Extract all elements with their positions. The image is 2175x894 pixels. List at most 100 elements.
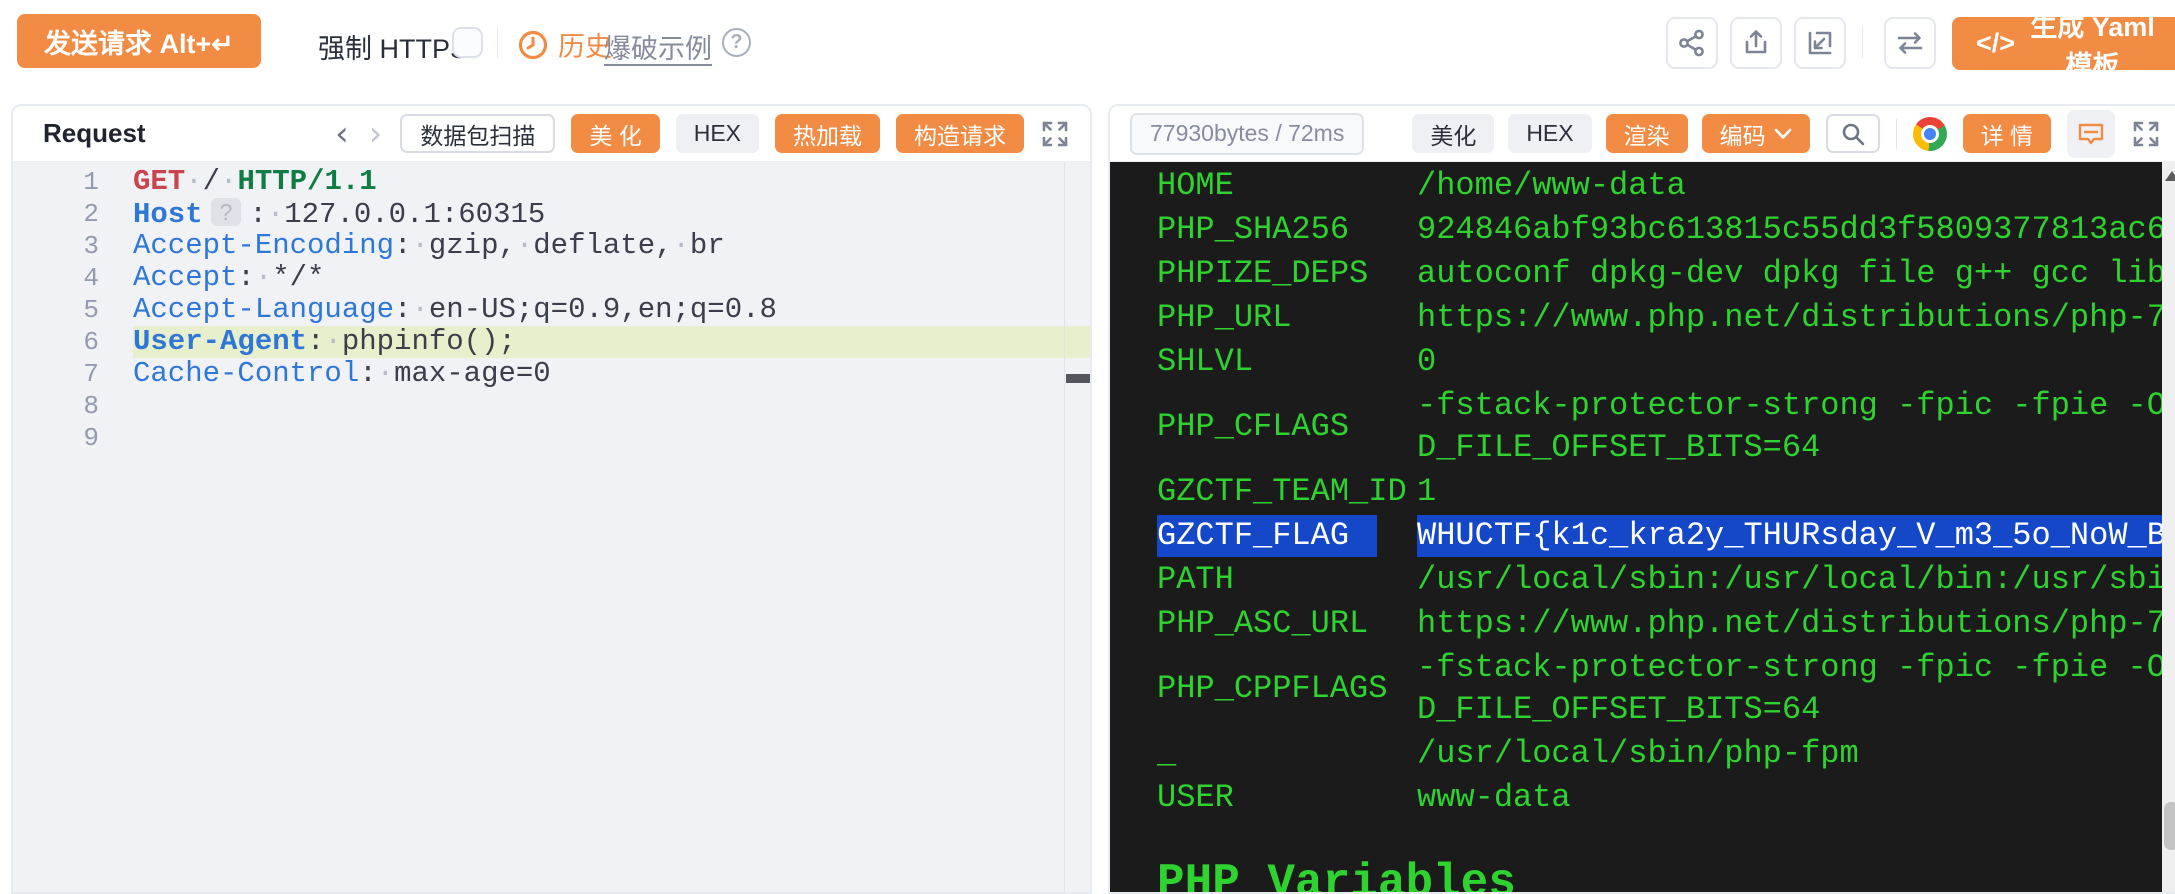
help-icon[interactable]: ? (722, 28, 751, 57)
line-number: 7 (13, 358, 133, 390)
code-token: deflate, (533, 229, 672, 262)
line-number: 5 (13, 294, 133, 326)
env-row: SHLVL0 (1157, 340, 2162, 384)
scroll-up-arrow-icon[interactable] (2165, 171, 2175, 181)
request-editor[interactable]: 1GET·/·HTTP/1.12Host?:·127.0.0.1:603153A… (13, 162, 1090, 892)
beautify-button[interactable]: 美化 (1412, 114, 1494, 153)
render-button[interactable]: 渲染 (1606, 114, 1688, 153)
code-icon: </> (1976, 28, 2015, 59)
code-token: · (377, 357, 394, 390)
comment-button[interactable] (2067, 110, 2115, 158)
editor-line: 5Accept-Language:·en-US;q=0.9,en;q=0.8 (13, 294, 1090, 326)
chrome-button[interactable] (1913, 117, 1947, 151)
env-key: PHP_URL (1157, 297, 1417, 339)
code-token: User-Agent (133, 325, 307, 358)
packet-scan-button[interactable]: 数据包扫描 (400, 114, 555, 153)
editor-scrollbar[interactable] (1064, 162, 1065, 892)
code-token: Accept (133, 261, 237, 294)
line-number: 8 (13, 390, 133, 422)
env-key: USER (1157, 777, 1417, 819)
code-token: */* (272, 261, 324, 294)
env-value: https://www.php.net/distributions/php-7 (1417, 297, 2162, 339)
env-value: /usr/local/sbin:/usr/local/bin:/usr/sbi (1417, 559, 2162, 601)
generate-yaml-button[interactable]: </> 生成 Yaml 模板 (1952, 17, 2175, 70)
search-button[interactable] (1826, 114, 1880, 153)
import-button[interactable] (1794, 17, 1846, 69)
line-number: 9 (13, 422, 133, 454)
code-token: HTTP/1.1 (237, 165, 376, 198)
hex-button-label: HEX (1526, 120, 1573, 147)
divider (497, 27, 498, 59)
prev-request-button[interactable]: ‹ (333, 117, 351, 151)
import-icon (1805, 28, 1835, 58)
share-icon (1677, 28, 1707, 58)
env-key: SHLVL (1157, 341, 1417, 383)
scrollbar-thumb[interactable] (2164, 802, 2175, 850)
editor-line-content (133, 390, 1090, 422)
code-token: Host (133, 198, 203, 231)
header-hint-badge: ? (211, 198, 242, 226)
code-token: · (673, 229, 690, 262)
editor-line: 8 (13, 390, 1090, 422)
code-token: Accept-Language (133, 293, 394, 326)
construct-request-button[interactable]: 构造请求 (896, 114, 1024, 153)
chrome-icon (1913, 117, 1947, 151)
export-button[interactable] (1730, 17, 1782, 69)
response-render-view[interactable]: HOME/home/www-dataPHP_SHA256924846abf93b… (1110, 162, 2175, 892)
hot-reload-button[interactable]: 热加载 (775, 114, 880, 153)
code-token: : (237, 261, 254, 294)
env-value: https://www.php.net/distributions/php-7 (1417, 603, 2162, 645)
request-panel-header: Request ‹ › 数据包扫描 美 化 HEX 热加载 构造请求 (13, 106, 1090, 162)
editor-line: 9 (13, 422, 1090, 454)
code-token: / (203, 165, 220, 198)
fullscreen-icon[interactable] (2131, 119, 2161, 149)
response-panel-header: 77930bytes / 72ms 美化 HEX 渲染编码 详 情 (1110, 106, 2175, 162)
encode-dropdown[interactable]: 编码 (1702, 114, 1810, 153)
beautify-button[interactable]: 美 化 (571, 114, 659, 153)
code-token: phpinfo(); (342, 325, 516, 358)
env-key: GZCTF_TEAM_ID (1157, 471, 1417, 513)
editor-ruler-mark (1066, 374, 1090, 383)
send-request-button[interactable]: 发送请求 Alt+↵ (17, 14, 261, 68)
response-scrollbar[interactable] (2162, 162, 2175, 892)
env-row: PHPIZE_DEPSautoconf dpkg-dev dpkg file g… (1157, 252, 2162, 296)
request-panel: Request ‹ › 数据包扫描美 化HEX热加载构造请求 1GET·/·HT… (11, 104, 1092, 894)
code-token: · (220, 165, 237, 198)
clock-icon (518, 30, 548, 60)
swap-arrows-icon (1894, 28, 1926, 58)
packet-scan-button-label: 数据包扫描 (420, 117, 535, 151)
next-request-button[interactable]: › (367, 117, 385, 151)
beautify-button-label: 美 化 (589, 117, 641, 151)
code-token: · (411, 229, 428, 262)
fullscreen-icon[interactable] (1040, 119, 1070, 149)
env-row: PHP_CFLAGS-fstack-protector-strong -fpic… (1157, 384, 2162, 470)
env-key: HOME (1157, 165, 1417, 207)
force-https-checkbox[interactable] (452, 27, 483, 58)
env-row: PHP_SHA256924846abf93bc613815c55dd3f5809… (1157, 208, 2162, 252)
details-button[interactable]: 详 情 (1963, 114, 2051, 153)
share-button[interactable] (1666, 17, 1718, 69)
request-title: Request (43, 118, 146, 149)
construct-request-button-label: 构造请求 (914, 117, 1006, 151)
env-value: www-data (1417, 777, 2162, 819)
swap-button[interactable] (1884, 17, 1936, 69)
hot-reload-button-label: 热加载 (793, 117, 862, 151)
env-value: 0 (1417, 341, 2162, 383)
line-number: 1 (13, 166, 133, 198)
env-value: /usr/local/sbin/php-fpm (1417, 733, 2162, 775)
code-token: : (394, 229, 411, 262)
editor-line-content: Accept:·*/* (133, 262, 1090, 294)
code-token: · (411, 293, 428, 326)
history-button[interactable]: 历史 (518, 25, 612, 64)
env-key: PHP_ASC_URL (1157, 603, 1417, 645)
response-stats-badge: 77930bytes / 72ms (1130, 113, 1364, 155)
code-token: : (249, 198, 266, 231)
env-row: PATH/usr/local/sbin:/usr/local/bin:/usr/… (1157, 558, 2162, 602)
divider (1896, 119, 1897, 149)
fuzz-example-link[interactable]: 爆破示例 (604, 27, 712, 66)
editor-line-content: Accept-Encoding:·gzip,·deflate,·br (133, 230, 1090, 262)
hex-button[interactable]: HEX (676, 114, 759, 153)
beautify-button-label: 美化 (1430, 117, 1476, 151)
hex-button[interactable]: HEX (1508, 114, 1591, 153)
env-row: PHP_URLhttps://www.php.net/distributions… (1157, 296, 2162, 340)
